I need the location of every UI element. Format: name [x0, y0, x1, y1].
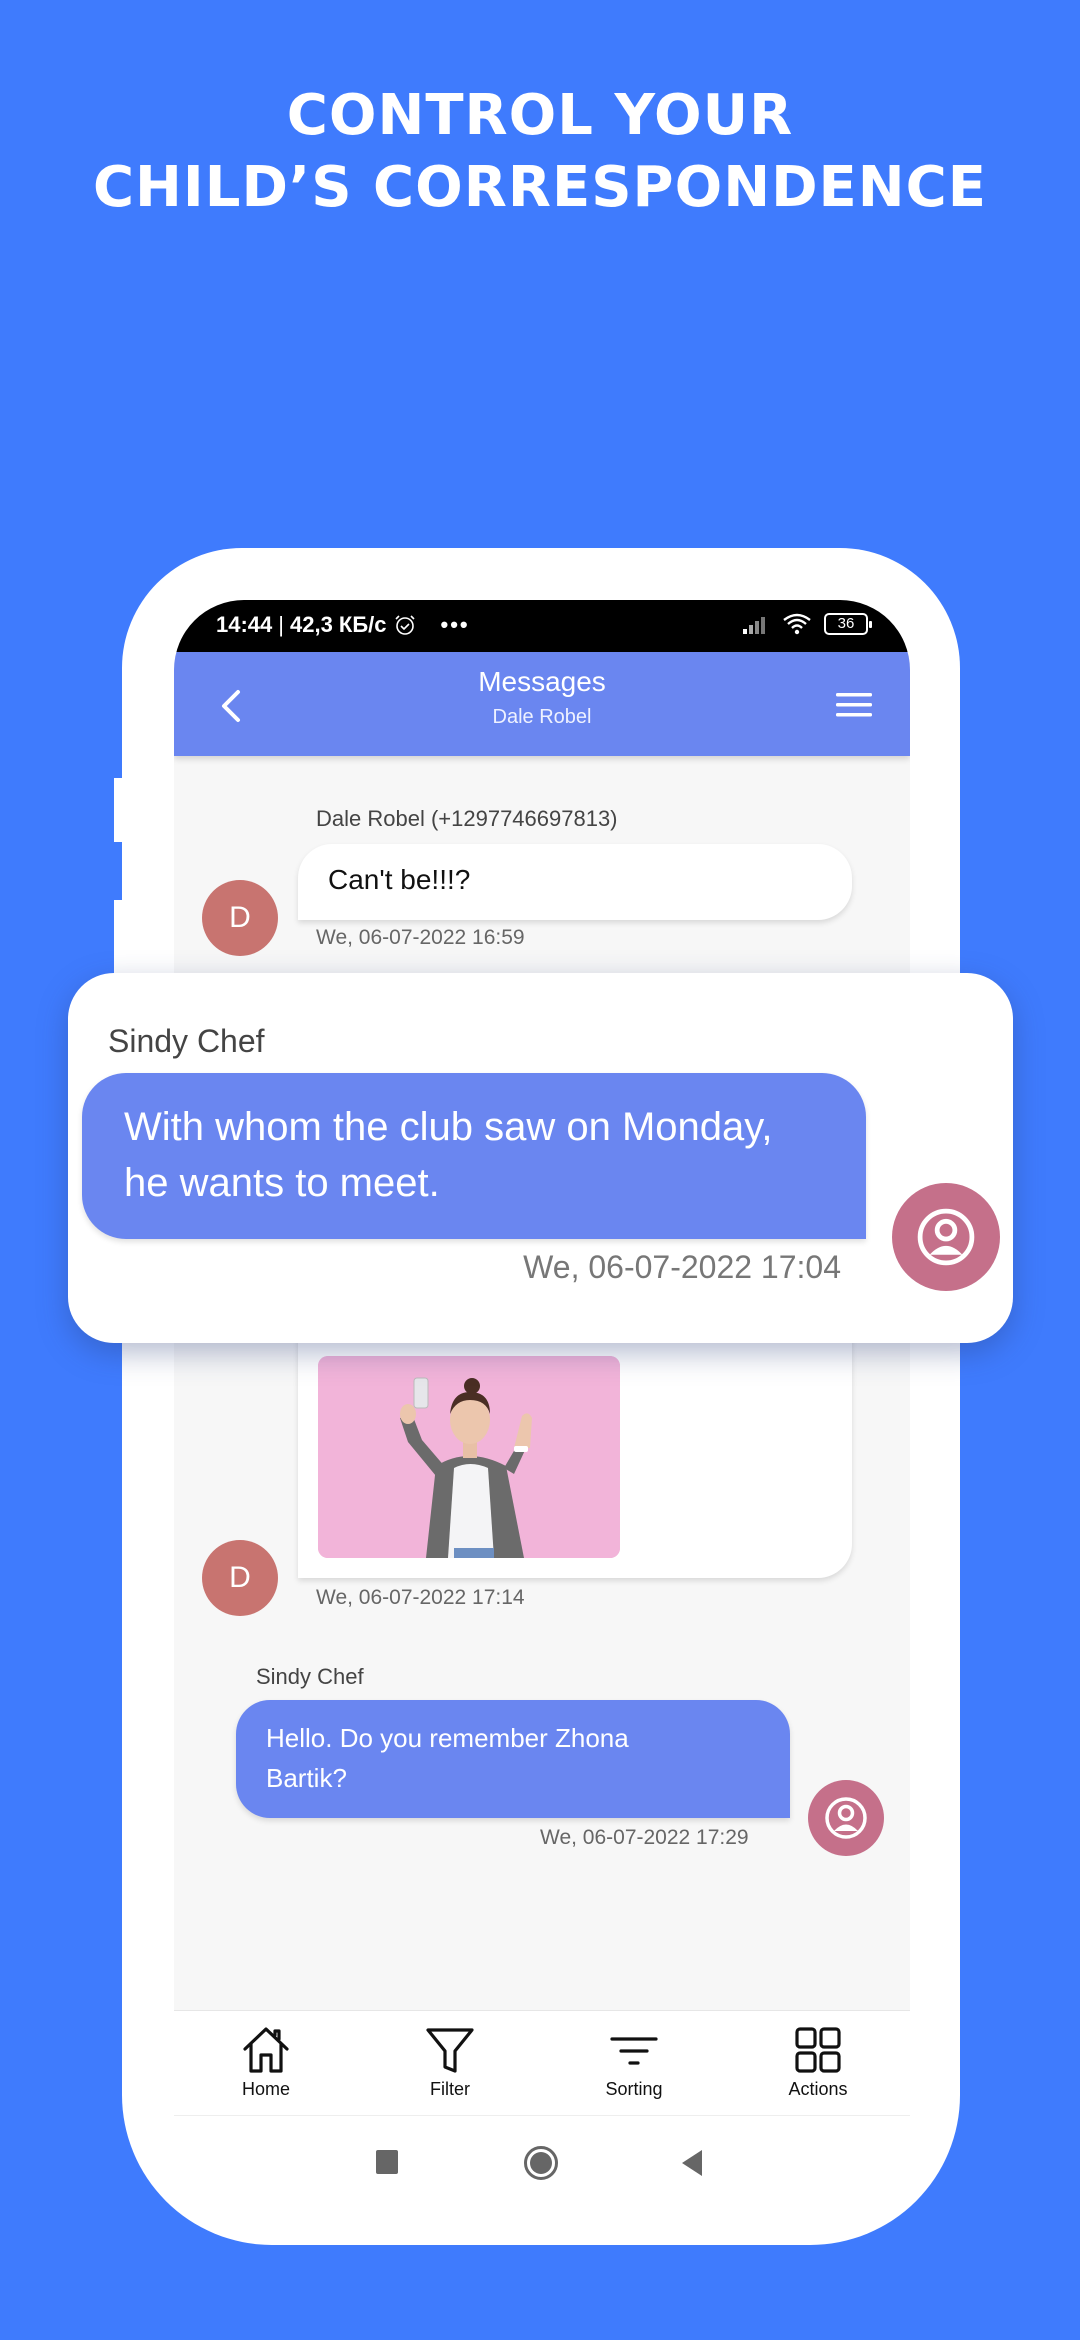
nav-item-sorting[interactable]: Sorting [542, 2011, 726, 2115]
promo-headline: CONTROL YOUR CHILD’S CORRESPONDENCE [0, 80, 1080, 224]
message-timestamp: We, 06-07-2022 17:04 [523, 1249, 841, 1285]
nav-item-filter[interactable]: Filter [358, 2011, 542, 2115]
highlighted-message-card: Sindy Chef With whom the club saw on Mon… [68, 973, 1013, 1343]
contact-avatar[interactable]: D [202, 880, 278, 956]
contact-avatar[interactable]: D [202, 1540, 278, 1616]
attachment-photo[interactable] [318, 1356, 620, 1558]
avatar-initial: D [229, 901, 251, 934]
wifi-icon [783, 613, 811, 635]
nav-item-actions[interactable]: Actions [726, 2011, 910, 2115]
message-text: With whom the club saw on Monday, he wan… [124, 1105, 773, 1205]
home-circle-icon[interactable] [524, 2146, 558, 2180]
battery-icon: 36 [824, 613, 872, 635]
back-triangle-icon[interactable] [682, 2150, 702, 2176]
recents-square-icon[interactable] [376, 2150, 398, 2174]
status-time: 14:44 [216, 612, 273, 637]
page-title: Messages [478, 666, 606, 697]
filter-icon [426, 2028, 474, 2073]
app-header: Messages Dale Robel [174, 652, 910, 756]
message-sender: Sindy Chef [108, 1023, 265, 1059]
nav-label: Filter [430, 2079, 470, 2099]
status-speed: 42,3 КБ/с [290, 612, 387, 637]
bottom-nav: Home Filter Sorting Actions [174, 2010, 910, 2116]
user-avatar[interactable] [892, 1183, 1000, 1291]
nav-label: Sorting [605, 2079, 663, 2099]
more-dots-icon: ••• [440, 612, 470, 637]
nav-label: Home [241, 2079, 290, 2099]
hamburger-menu-icon [836, 693, 872, 717]
user-circle-icon [917, 1208, 975, 1266]
message-timestamp: We, 06-07-2022 16:59 [316, 926, 525, 949]
message-sender: Dale Robel (+1297746697813) [316, 806, 618, 831]
page-subtitle: Dale Robel [492, 706, 592, 728]
sort-icon [610, 2037, 658, 2065]
headline-line-2: CHILD’S CORRESPONDENCE [92, 155, 988, 220]
avatar-initial: D [229, 1561, 251, 1594]
status-divider: | [278, 612, 284, 637]
menu-button[interactable] [834, 690, 874, 720]
selfie-photo-illustration [318, 1356, 620, 1558]
message-timestamp: We, 06-07-2022 17:14 [316, 1586, 525, 1609]
home-icon [243, 2027, 289, 2073]
message-bubble[interactable]: With whom the club saw on Monday, he wan… [82, 1073, 866, 1239]
message-timestamp: We, 06-07-2022 17:29 [540, 1826, 749, 1849]
phone-side-button [114, 778, 126, 842]
message-bubble[interactable]: Can't be!!!? [298, 844, 852, 920]
message-text: Hello. Do you remember Zhona Bartik? [266, 1723, 629, 1793]
battery-level: 36 [837, 615, 855, 632]
status-bar: 14:44 | 42,3 КБ/с ••• 36 [174, 600, 910, 652]
phone-screen: 14:44 | 42,3 КБ/с ••• 36 Messages Dale R… [174, 600, 910, 2200]
user-avatar[interactable] [808, 1780, 884, 1856]
message-sender: Sindy Chef [256, 1664, 364, 1689]
nav-item-home[interactable]: Home [174, 2011, 358, 2115]
grid-icon [795, 2027, 841, 2073]
signal-icon [743, 617, 765, 634]
headline-line-1: CONTROL YOUR [286, 83, 794, 148]
nav-label: Actions [788, 2079, 848, 2099]
message-text: Can't be!!!? [328, 864, 471, 895]
alarm-icon [394, 615, 415, 635]
user-circle-icon [825, 1797, 867, 1839]
system-nav-bar [174, 2116, 910, 2200]
message-bubble[interactable]: Hello. Do you remember Zhona Bartik? [236, 1700, 790, 1818]
